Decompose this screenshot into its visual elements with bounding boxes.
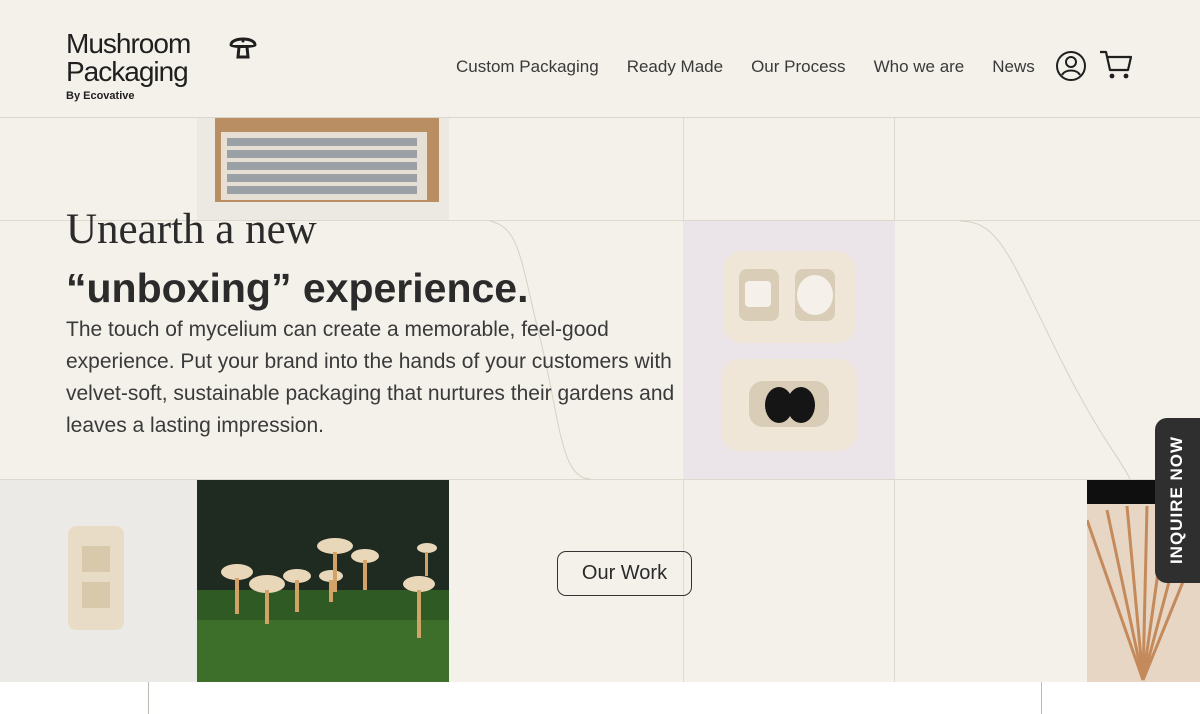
brand-name-line1: Mushroom bbox=[66, 28, 191, 59]
cart-icon[interactable] bbox=[1098, 48, 1134, 82]
main-nav: Custom Packaging Ready Made Our Process … bbox=[456, 57, 1063, 77]
earbuds-illustration bbox=[721, 251, 857, 451]
grid-line bbox=[148, 682, 149, 714]
tray-illustration bbox=[215, 118, 439, 202]
packaging-piece-image bbox=[0, 480, 197, 682]
inquire-now-label: INQUIRE NOW bbox=[1167, 435, 1186, 565]
hero-description: The touch of mycelium can create a memor… bbox=[66, 318, 675, 437]
earbuds-packaging-image bbox=[683, 221, 895, 479]
hero-title-line2: “unboxing” experience. bbox=[66, 265, 529, 311]
user-circle-icon[interactable] bbox=[1055, 50, 1087, 82]
brand-subtitle: By Ecovative bbox=[66, 90, 135, 102]
nav-ready-made[interactable]: Ready Made bbox=[627, 57, 723, 77]
packaging-piece-illustration bbox=[68, 526, 124, 630]
site-header: Mushroom Packaging By Ecovative Custom P… bbox=[0, 0, 1200, 118]
nav-who-we-are[interactable]: Who we are bbox=[874, 57, 965, 77]
tray-product-image bbox=[197, 118, 449, 220]
mushroom-icon bbox=[229, 37, 257, 59]
next-section-strip bbox=[0, 682, 1200, 714]
brand-logo[interactable]: Mushroom Packaging By Ecovative bbox=[66, 28, 257, 102]
mushrooms-illustration bbox=[197, 538, 449, 682]
our-work-button[interactable]: Our Work bbox=[557, 551, 692, 596]
hero-title: Unearth a new “unboxing” experience. bbox=[66, 206, 529, 316]
brand-name-line2: Packaging bbox=[66, 56, 189, 87]
nav-news[interactable]: News bbox=[992, 57, 1035, 77]
hero-title-line1: Unearth a new bbox=[66, 206, 317, 253]
nav-our-process[interactable]: Our Process bbox=[751, 57, 845, 77]
nav-custom-packaging[interactable]: Custom Packaging bbox=[456, 57, 599, 77]
grid-line bbox=[1041, 682, 1042, 714]
inquire-now-tab[interactable]: INQUIRE NOW bbox=[1155, 418, 1200, 583]
mushrooms-image bbox=[197, 480, 449, 682]
